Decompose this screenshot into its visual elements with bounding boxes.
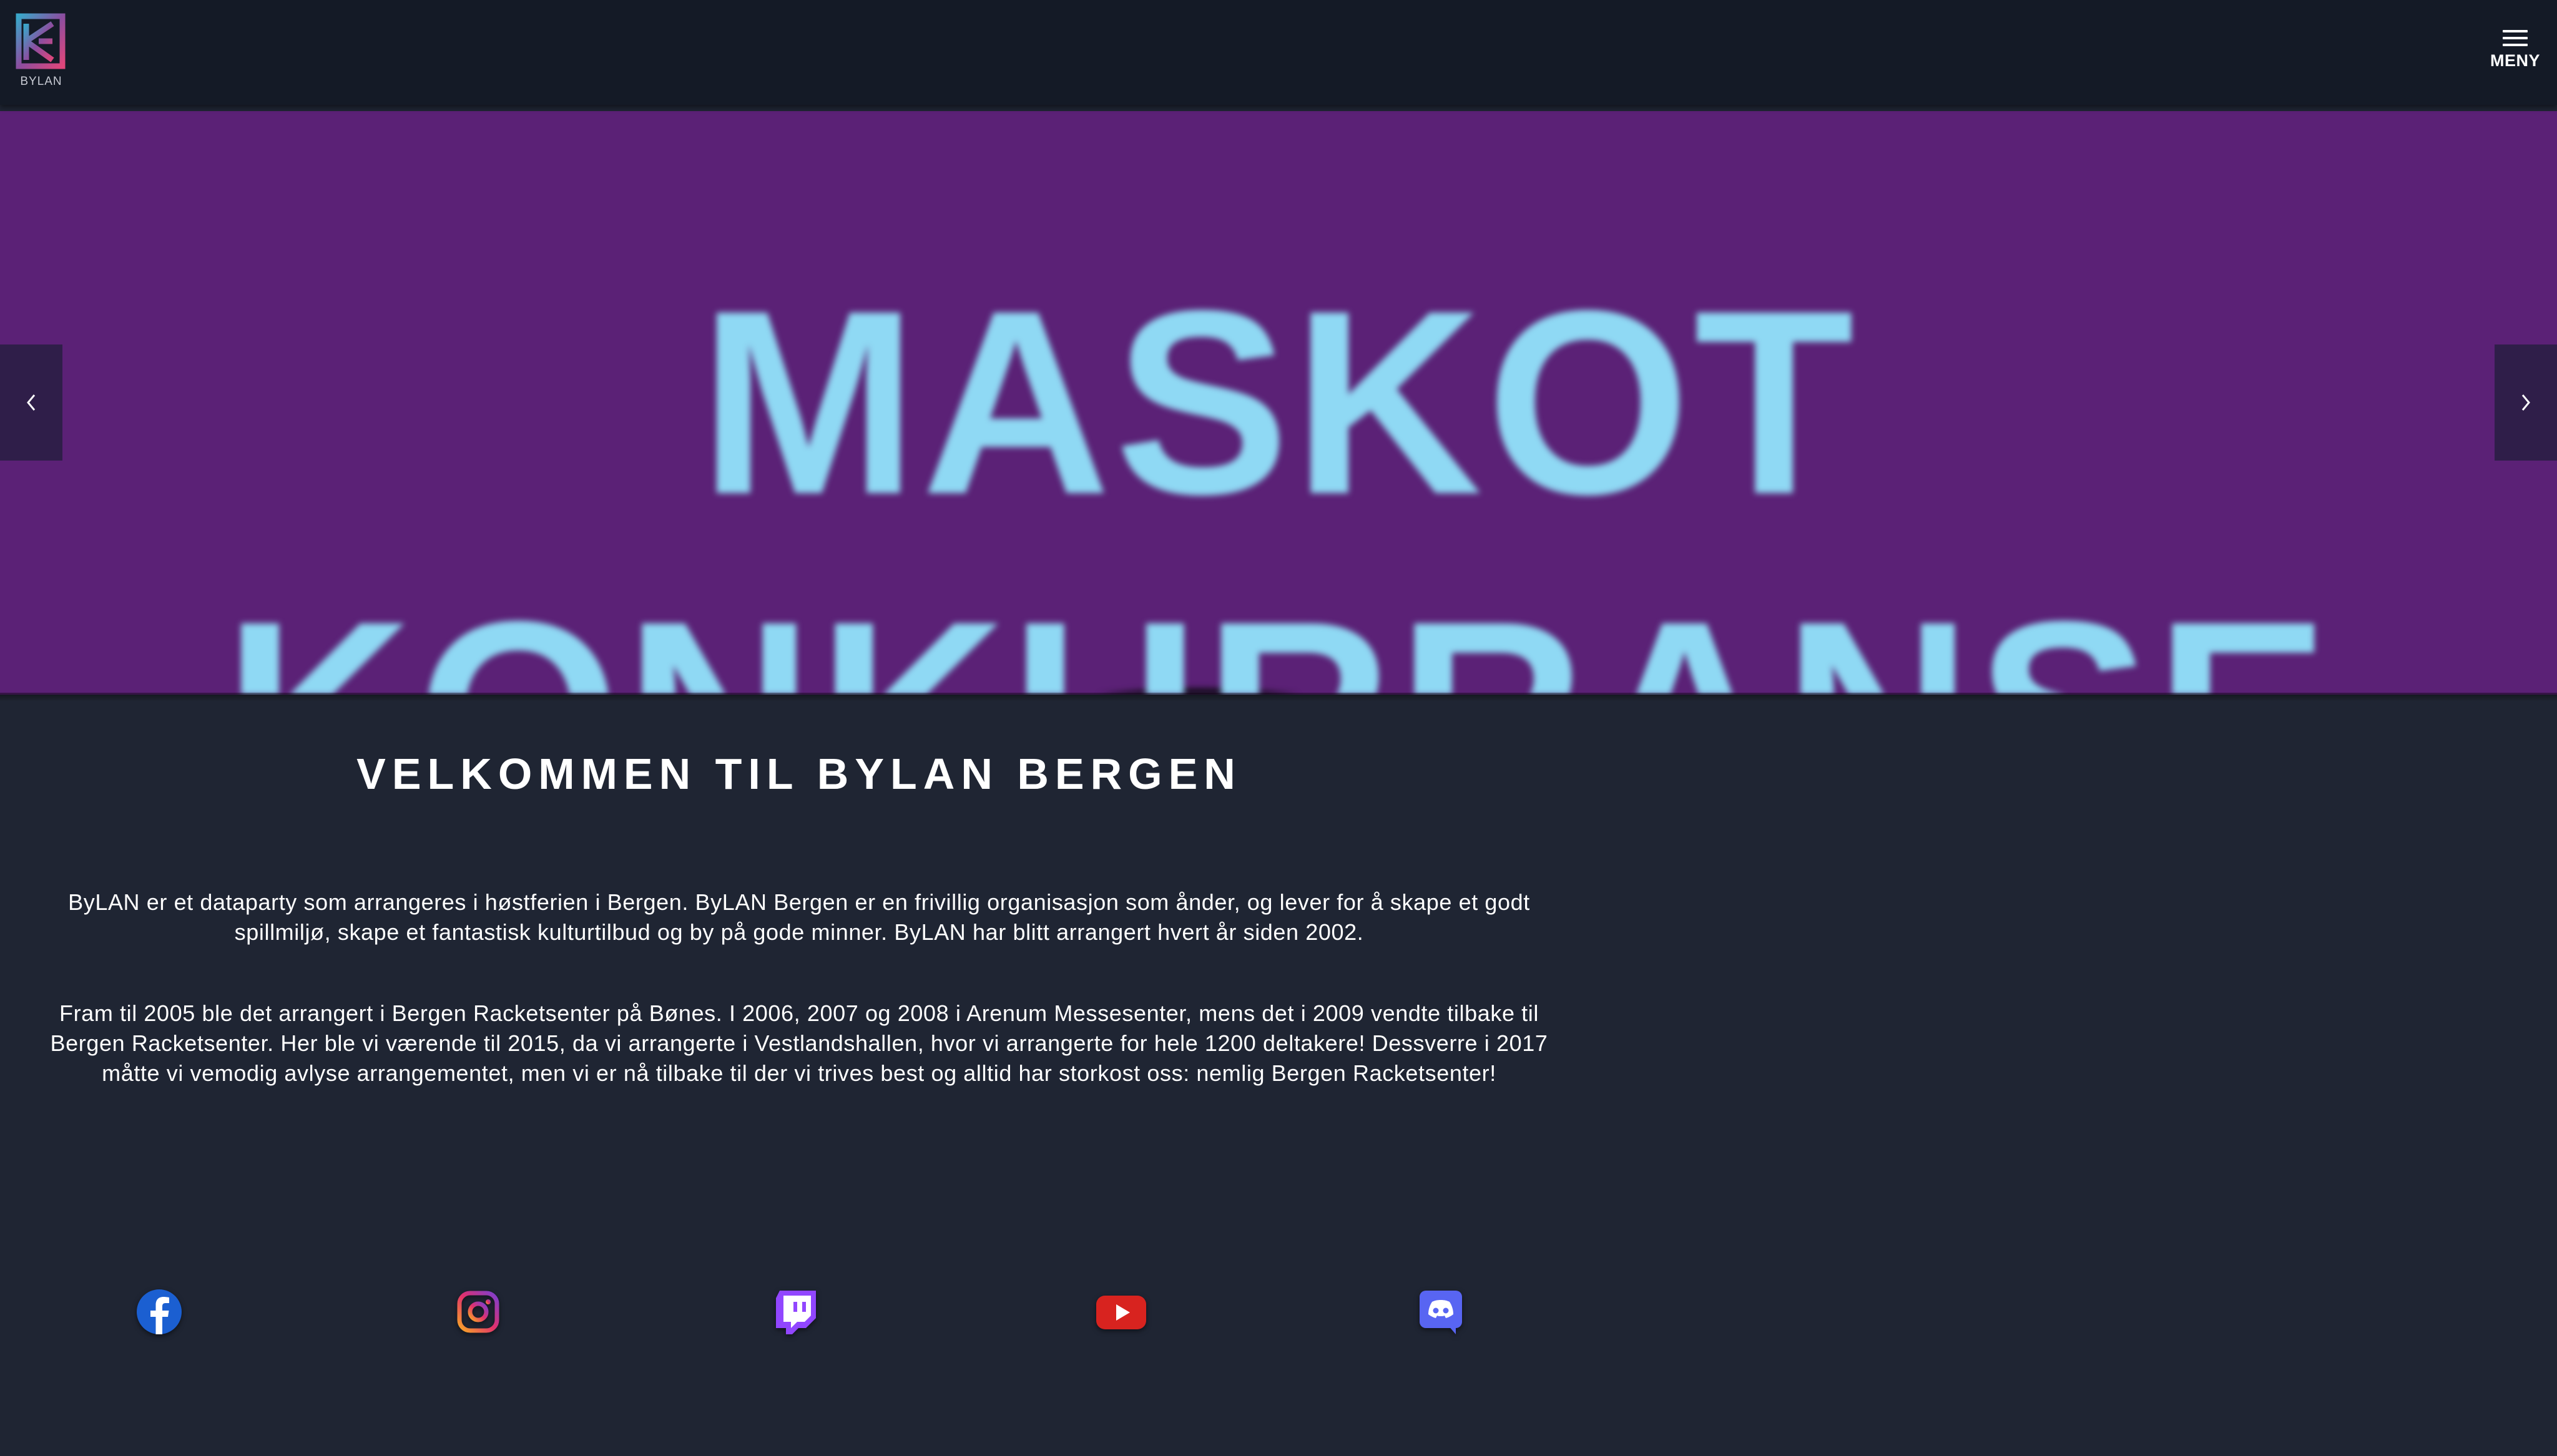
bylan-logo-icon <box>16 13 66 69</box>
history-paragraph: Fram til 2005 ble det arrangert i Bergen… <box>50 1000 1548 1086</box>
instagram-link[interactable] <box>453 1287 503 1337</box>
slider-prev-button[interactable] <box>0 344 62 461</box>
hero-banner: MASKOT KONKURRANSE <box>0 111 2557 695</box>
chevron-left-icon <box>27 394 36 411</box>
hamburger-icon <box>2503 30 2528 46</box>
page-title: VELKOMMEN TIL BYLAN BERGEN <box>356 750 1242 798</box>
hero-divider <box>0 693 2557 701</box>
youtube-link[interactable] <box>1095 1287 1146 1337</box>
discord-icon <box>1420 1291 1462 1334</box>
twitch-link[interactable] <box>771 1287 821 1337</box>
site-header: BYLAN MENY <box>0 0 2557 105</box>
facebook-icon <box>137 1289 182 1334</box>
welcome-section: VELKOMMEN TIL BYLAN BERGEN ByLAN er et d… <box>0 749 1598 1086</box>
chevron-right-icon <box>2521 394 2530 411</box>
banner-line1: MASKOT <box>699 257 1858 549</box>
twitch-icon <box>776 1291 816 1334</box>
menu-label: MENY <box>2490 51 2540 70</box>
bylan-logo[interactable]: BYLAN <box>14 11 69 92</box>
intro-paragraph: ByLAN er et dataparty som arrangeres i h… <box>68 889 1530 945</box>
banner-image: MASKOT KONKURRANSE <box>223 257 2333 695</box>
discord-link[interactable] <box>1416 1287 1466 1337</box>
logo-text: BYLAN <box>20 75 62 88</box>
banner-line2: KONKURRANSE <box>223 567 2333 695</box>
facebook-link[interactable] <box>134 1287 184 1337</box>
slider-next-button[interactable] <box>2495 344 2557 461</box>
social-links <box>0 1287 1598 1339</box>
youtube-icon <box>1096 1296 1146 1329</box>
instagram-icon <box>457 1291 499 1333</box>
menu-button[interactable]: MENY <box>2487 30 2543 80</box>
